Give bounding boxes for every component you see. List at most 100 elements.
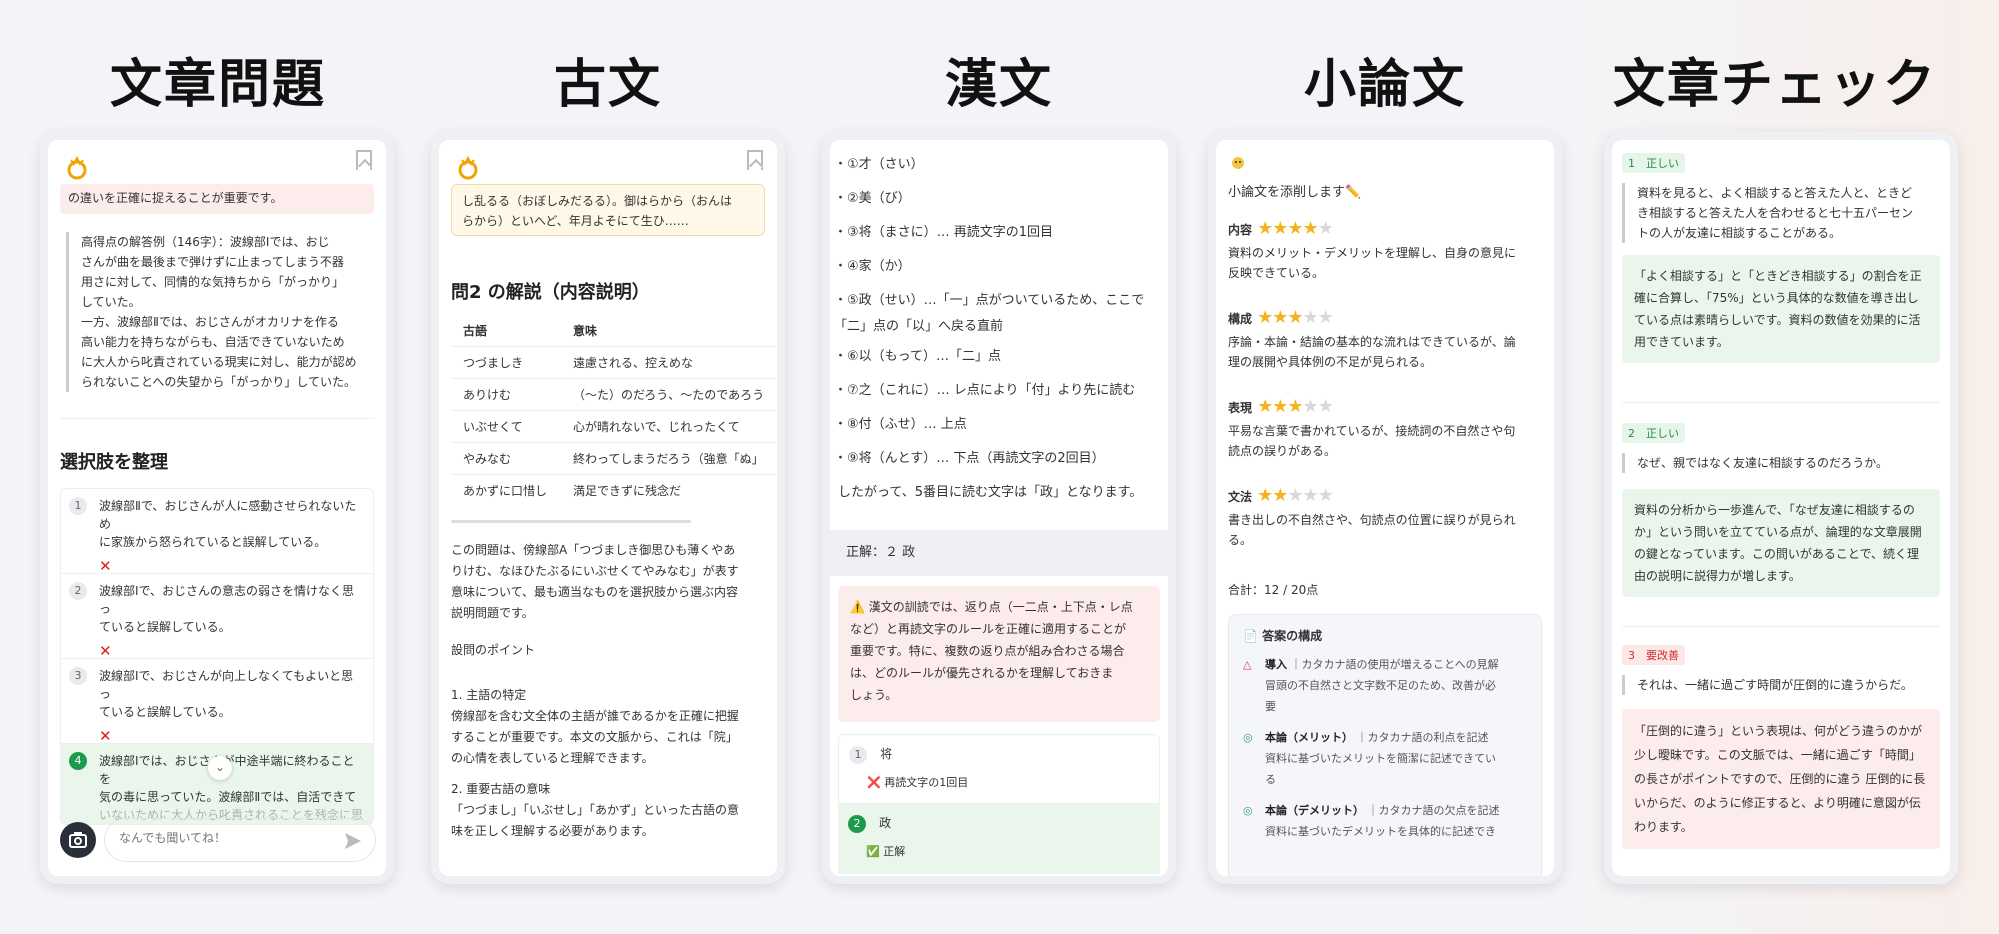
star-icon: ★ bbox=[1272, 396, 1288, 417]
option-text: に家族から怒られていると誤解している。 bbox=[99, 535, 327, 549]
answer-line: さんが曲を最後まで弾けずに止まってしまう不器 bbox=[81, 255, 344, 269]
feedback-comment: 「圧倒的に違う」という表現は、何がどう違うのかが 少し曖昧です。この文脈では、一緒… bbox=[1622, 709, 1940, 849]
answer-line: られないことへの失望から「がっかり」していた。 bbox=[81, 375, 357, 389]
table-header: 意味 bbox=[573, 324, 598, 339]
list-item: ・③将（まさに）… 再読文字の1回目 bbox=[834, 225, 1054, 240]
chat-input-wrapper bbox=[104, 818, 376, 862]
explanation-body: この問題は、傍線部A「つづましき御思ひも薄くやあ りけむ、なほひたぶるにいぶせくて… bbox=[451, 540, 767, 842]
option-text: 波線部Ⅰで、おじさんが向上しなくてもよいと思っ bbox=[99, 669, 354, 701]
option-text: 波線部Ⅰでは、おじさんが中途半端に終わることを bbox=[99, 754, 355, 786]
star-icon: ★ bbox=[1317, 218, 1334, 239]
star-rating: ★★★★★ bbox=[1257, 218, 1334, 239]
point-title: 設問のポイント bbox=[451, 643, 536, 657]
table-row: ありけむ （〜た）のだろう、〜たのであろう bbox=[451, 377, 777, 410]
quoted-sentence: それは、一緒に過ごす時間が圧倒的に違うからだ。 bbox=[1622, 675, 1940, 695]
answer-line: 高い能力を持ちながらも、自活できていないため bbox=[81, 335, 345, 349]
wrong-mark-icon: ✕ bbox=[99, 557, 112, 575]
bookmark-icon[interactable] bbox=[747, 150, 763, 170]
choice-item[interactable]: 1 将 ❌ 再読文字の1回目 bbox=[838, 734, 1160, 804]
star-icon: ★ bbox=[1272, 307, 1288, 328]
criterion: 表現 ★★★★★ 平易な言葉で書かれているが、接続詞の不自然さや句 読点の誤りがあ… bbox=[1228, 396, 1516, 458]
criterion-name: 表現 bbox=[1228, 401, 1253, 415]
structure-item: ◎ 本論（メリット） ｜カタカナ語の利点を記述 資料に基づいたメリットを簡潔に記… bbox=[1243, 727, 1527, 790]
answer-line: 用さに対して、同情的な気持ちから「がっかり」 bbox=[81, 275, 345, 289]
list-item: ・⑧付（ふせ）… 上点 bbox=[834, 417, 967, 432]
phone-panel-bunsho-mondai: の違いを正確に捉えることが重要です。 高得点の解答例（146字）：波線部Ⅰでは、… bbox=[40, 132, 394, 884]
source-text-box: し乱るる（おぼしみだるる）。御はらから（おんは らから）といへど、年月よそにて生… bbox=[451, 184, 765, 236]
title-kanbun: 漢文 bbox=[944, 55, 1053, 115]
total-score: 合計：12 / 20点 bbox=[1228, 583, 1319, 597]
wrong-mark-icon: ✕ bbox=[99, 727, 112, 745]
check-item: 1 正しい 資料を見ると、よく相談すると答えた人と、ときど き相談すると答えた人を… bbox=[1622, 152, 1940, 363]
list-item: ・⑤政（せい）…「一」点がついているため、ここで bbox=[834, 293, 1145, 308]
title-shoronbun: 小論文 bbox=[1303, 55, 1466, 115]
conclusion-text: したがって、5番目に読む文字は「政」となります。 bbox=[838, 485, 1143, 500]
section-heading: 選択肢を整理 bbox=[60, 452, 168, 473]
app-logo-icon bbox=[67, 155, 87, 180]
chat-input[interactable] bbox=[119, 831, 319, 845]
table-row: いぶせくて 心が晴れないで、じれったくて bbox=[451, 409, 777, 442]
option-number: 4 bbox=[69, 752, 87, 770]
star-icon: ★ bbox=[1302, 485, 1319, 506]
scroll-down-button[interactable]: ⌄ bbox=[208, 756, 232, 780]
star-icon: ★ bbox=[1302, 396, 1319, 417]
option-number: 2 bbox=[69, 582, 87, 600]
check-item: 2 正しい なぜ、親ではなく友達に相談するのだろうか。 資料の分析から一歩進んで… bbox=[1622, 422, 1940, 597]
option-item[interactable]: 3 波線部Ⅰで、おじさんが向上しなくてもよいと思っていると誤解している。 ✕ bbox=[61, 659, 373, 745]
option-item[interactable]: 2 波線部Ⅰで、おじさんの意志の弱さを情けなく思っ ていると誤解している。 ✕ bbox=[61, 574, 373, 660]
check-item: 3 要改善 それは、一緒に過ごす時間が圧倒的に違うからだ。 「圧倒的に違う」とい… bbox=[1622, 644, 1940, 849]
choice-number: 2 bbox=[848, 815, 866, 833]
feedback-comment: 資料の分析から一歩進んで、「なぜ友達に相談するの か」という問いを立てている点が、… bbox=[1622, 489, 1940, 597]
double-circle-icon: ◎ bbox=[1243, 804, 1253, 817]
phone-panel-bunsho-check: 1 正しい 資料を見ると、よく相談すると答えた人と、ときど き相談すると答えた人を… bbox=[1604, 132, 1958, 884]
list-item: ・⑥以（もって）…「二」点 bbox=[834, 349, 1002, 364]
choice-result: ❌ 再読文字の1回目 bbox=[867, 776, 969, 789]
highlight-box: の違いを正確に捉えることが重要です。 bbox=[60, 184, 374, 214]
double-circle-icon: ◎ bbox=[1243, 731, 1253, 744]
table-scrollbar[interactable] bbox=[451, 520, 691, 523]
status-badge: 2 正しい bbox=[1622, 423, 1685, 443]
option-text: ていると誤解している。 bbox=[99, 705, 231, 719]
criterion-name: 構成 bbox=[1228, 312, 1253, 326]
list-item: ・①才（さい） bbox=[834, 157, 924, 172]
option-number: 3 bbox=[69, 667, 87, 685]
app-logo-icon bbox=[1232, 157, 1244, 169]
option-item[interactable]: 1 波線部Ⅱで、おじさんが人に感動させられないため に家族から怒られていると誤解し… bbox=[61, 489, 373, 575]
list-item: ・②美（び） bbox=[834, 191, 911, 206]
choice-item-correct[interactable]: 2 政 ✅ 正解 bbox=[838, 804, 1160, 874]
source-line: し乱るる（おぼしみだるる）。御はらから（おんは bbox=[462, 194, 733, 208]
answer-box: 正解：２ 政 bbox=[830, 530, 1168, 576]
star-icon: ★ bbox=[1257, 485, 1273, 506]
chevron-down-icon: ⌄ bbox=[214, 760, 226, 774]
phone-panel-shoronbun: 小論文を添削します✏️ 内容 ★★★★★ 資料のメリット・デメリットを理解し、自… bbox=[1208, 132, 1562, 884]
star-icon: ★ bbox=[1317, 307, 1334, 328]
send-icon[interactable] bbox=[343, 831, 363, 851]
answer-example: 高得点の解答例（146字）：波線部Ⅰでは、おじ さんが曲を最後まで弾けずに止まっ… bbox=[66, 232, 370, 392]
list-item: ・⑦之（これに）… レ点により「付」より先に読む bbox=[834, 383, 1136, 398]
structure-title: 📄 答案の構成 bbox=[1243, 629, 1323, 643]
bookmark-icon[interactable] bbox=[356, 150, 372, 170]
answer-line: 高得点の解答例（146字）：波線部Ⅰでは、おじ bbox=[81, 235, 330, 249]
answer-line: に大人から叱責されている現実に対し、能力が認め bbox=[81, 355, 357, 369]
criterion-name: 内容 bbox=[1228, 223, 1253, 237]
answer-line: していた。 bbox=[81, 295, 141, 309]
choice-number: 1 bbox=[849, 746, 867, 764]
star-icon: ★ bbox=[1302, 307, 1319, 328]
table-header: 古語 bbox=[463, 324, 488, 339]
explanation-heading: 問2 の解説（内容説明） bbox=[451, 282, 650, 303]
star-icon: ★ bbox=[1317, 396, 1334, 417]
star-rating: ★★★★★ bbox=[1257, 307, 1334, 328]
option-text: 波線部Ⅱで、おじさんが人に感動させられないため bbox=[99, 499, 357, 531]
list-item: ・④家（か） bbox=[834, 259, 911, 274]
criterion: 内容 ★★★★★ 資料のメリット・デメリットを理解し、自身の意見に 反映できている… bbox=[1228, 218, 1517, 280]
list-item: ・⑨将（んとす）… 下点（再読文字の2回目） bbox=[834, 451, 1105, 466]
camera-button[interactable] bbox=[60, 822, 96, 858]
status-badge: 3 要改善 bbox=[1622, 645, 1685, 665]
vocab-table-wrap[interactable]: 古語 意味 つづましき 遠慮される、控えめな ありけむ （〜た）のだろう、〜たのであろ… bbox=[451, 316, 777, 506]
status-badge: 1 正しい bbox=[1622, 153, 1685, 173]
wrong-mark-icon: ✕ bbox=[99, 642, 112, 660]
structure-box: 📄 答案の構成 △ 導入 ｜カタカナ語の使用が増えることへの見解 冒頭の不自然さ… bbox=[1228, 614, 1542, 876]
vocab-table: 古語 意味 つづましき 遠慮される、控えめな ありけむ （〜た）のだろう、〜たのであろ… bbox=[451, 316, 777, 506]
star-icon: ★ bbox=[1287, 485, 1303, 506]
star-icon: ★ bbox=[1257, 218, 1273, 239]
